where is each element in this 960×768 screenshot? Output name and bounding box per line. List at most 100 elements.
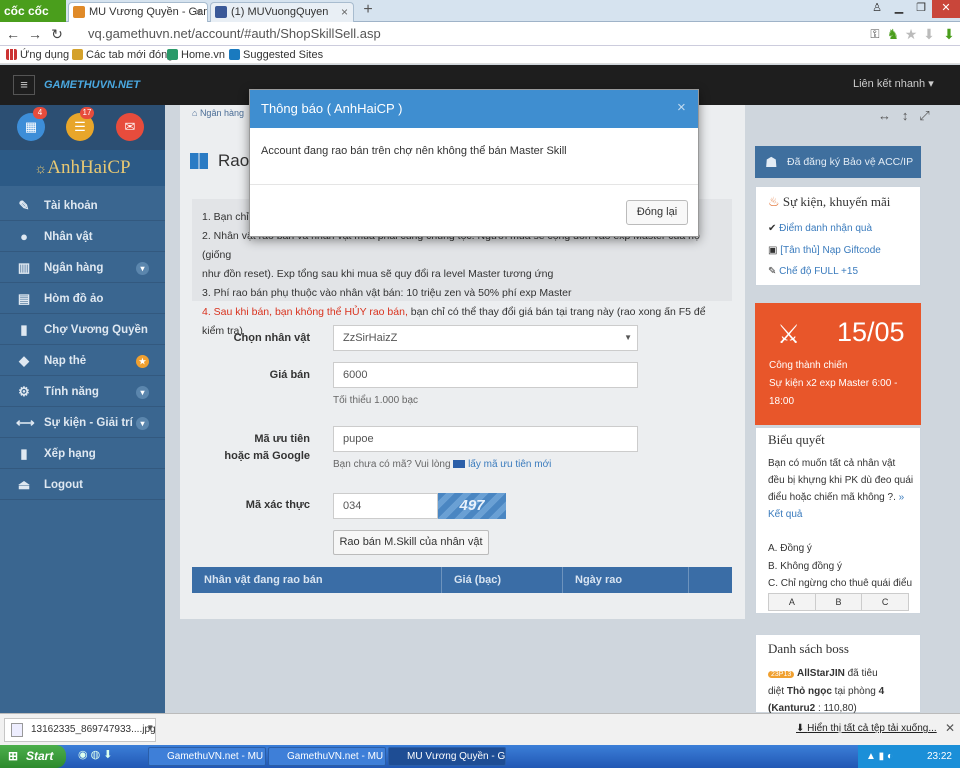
forward-icon[interactable]: → xyxy=(26,25,44,43)
event-link-checkin[interactable]: ✔ Điểm danh nhận quà xyxy=(768,223,872,234)
user-icon[interactable]: ♙ xyxy=(866,0,888,18)
event-label: [Tân thủ] Nạp Giftcode xyxy=(780,245,881,256)
download-bar: 13162335_869747933....jpg ▾ ⬇ Hiển thị t… xyxy=(0,713,960,745)
url-input[interactable]: vq.gamethuvn.net/account/#auth/ShopSkill… xyxy=(74,24,860,44)
close-download-bar-icon[interactable]: ✕ xyxy=(945,721,955,735)
breadcrumb[interactable]: ⌂ Ngân hàng xyxy=(192,108,244,118)
browser-logo[interactable]: cốc cốc xyxy=(0,0,66,22)
new-tab-icon[interactable]: + xyxy=(358,2,378,20)
breadcrumb-text: Ngân hàng xyxy=(199,108,244,118)
event-card[interactable]: ⚔ 15/05 Công thành chiến Sự kiện x2 exp … xyxy=(755,303,921,425)
close-window-icon[interactable]: ✕ xyxy=(932,0,960,18)
chevron-down-icon: ▾ xyxy=(136,262,149,275)
sidebar-item-label: Chợ Vương Quyền xyxy=(44,324,148,336)
close-tab-icon[interactable]: × xyxy=(195,3,202,21)
download-menu-icon[interactable]: ▾ xyxy=(148,722,153,733)
start-label: Start xyxy=(26,749,54,763)
bookmark-star-icon[interactable]: ★ xyxy=(902,25,920,43)
boss-text: tại phòng xyxy=(831,686,879,697)
bookmark-apps[interactable]: Ứng dụng xyxy=(6,47,69,63)
chat-icon[interactable]: ✉ xyxy=(116,113,144,141)
bookmark-home-vn[interactable]: Home.vn xyxy=(167,47,225,63)
poll-question: Bạn có muốn tất cả nhân vật đều bị khựng… xyxy=(768,455,914,523)
get-code-link[interactable]: lấy mã ưu tiên mới xyxy=(468,459,551,470)
captcha-image[interactable]: 497 xyxy=(438,493,506,519)
event-link-giftcode[interactable]: ▣ [Tân thủ] Nạp Giftcode xyxy=(768,245,881,256)
sidebar-item[interactable]: ⚙ Tính năng ▾ xyxy=(0,377,165,407)
quick-launch-icons[interactable]: ◉ ◍ ⬇ xyxy=(78,748,113,761)
tray-icons[interactable]: ▲ ▮ ◐ xyxy=(858,745,893,768)
tab-mu-vuong-quyen[interactable]: MU Vương Quyền - Game × xyxy=(68,2,208,22)
character-select[interactable]: ZzSirHaizZ ▼ xyxy=(333,325,638,351)
priority-code-input[interactable]: pupoe xyxy=(333,426,638,452)
sidebar-item[interactable]: ● Nhân vật xyxy=(0,222,165,252)
captcha-input[interactable]: 034 xyxy=(333,493,438,519)
sidebar-item[interactable]: ▥ Ngân hàng ▾ xyxy=(0,253,165,283)
show-all-downloads-link[interactable]: ⬇ Hiển thị tất cả tệp tải xuống... xyxy=(796,723,937,734)
protect-account-button[interactable]: ☗ Đã đăng ký Bảo vệ ACC/IP xyxy=(755,146,921,178)
sidebar-item-label: Hòm đồ ảo xyxy=(44,293,104,305)
taskbar-item[interactable]: GamethuVN.net - MU ... xyxy=(148,747,266,766)
sidebar-item[interactable]: ◆ Nạp thẻ ★ xyxy=(0,346,165,376)
sidebar-item[interactable]: ▮ Xếp hạng xyxy=(0,439,165,469)
chevron-down-icon: ▾ xyxy=(136,417,149,430)
start-button[interactable]: ⊞ Start xyxy=(0,745,66,768)
bookmark-suggested-sites[interactable]: Suggested Sites xyxy=(229,47,323,63)
taskbar-item-active[interactable]: MU Vương Quyền - Ga... xyxy=(388,747,506,766)
close-tab-icon[interactable]: × xyxy=(341,3,348,21)
boss-killer: AllStarJIN xyxy=(797,668,845,679)
sell-master-skill-button[interactable]: Rao bán M.Skill của nhân vật xyxy=(333,530,489,555)
note-line: như đồn reset). Exp tổng sau khi mua sẽ … xyxy=(202,268,554,280)
vote-c-button[interactable]: C xyxy=(862,594,908,610)
code-hint-text: Bạn chưa có mã? Vui lòng xyxy=(333,459,451,470)
code-label-google: hoặc mã Google xyxy=(224,450,310,462)
sidebar-item[interactable]: ⟷ Sự kiện - Giải trí ▾ xyxy=(0,408,165,438)
reload-icon[interactable]: ↻ xyxy=(48,25,66,43)
bookmark-closed-tabs[interactable]: Các tab mới đóng xyxy=(72,47,173,63)
boss-text: diệt xyxy=(768,686,787,697)
extension-icon[interactable]: ♞ xyxy=(884,25,902,43)
poll-option-c[interactable]: C. Chỉ ngừng cho thuê quái điểu xyxy=(768,578,912,589)
boss-time-badge: 23P13 xyxy=(768,671,795,678)
note-line: 3. Phí rao bán phụ thuộc vào nhân vật bá… xyxy=(202,287,572,299)
sidebar-item[interactable]: ▮ Chợ Vương Quyền xyxy=(0,315,165,345)
sidebar-item[interactable]: ⏏ Logout xyxy=(0,470,165,500)
restore-icon[interactable]: ❐ xyxy=(910,0,932,18)
resize-icon[interactable]: ↕ xyxy=(902,108,909,123)
warrior-icon: ⚔ xyxy=(777,319,801,349)
modal-close-icon[interactable]: × xyxy=(677,90,686,126)
tab-facebook[interactable]: (1) MUVuongQuyen × xyxy=(210,2,354,22)
site-logo[interactable]: GAMETHUVN.NET xyxy=(44,73,140,97)
download-item[interactable]: 13162335_869747933....jpg xyxy=(4,718,156,742)
fullscreen-icon[interactable]: ⤢ xyxy=(919,108,929,123)
sidebar-item[interactable]: ✎ Tài khoản xyxy=(0,191,165,221)
check-icon: ✔ xyxy=(768,223,780,234)
menu-toggle-icon[interactable]: ≡ xyxy=(13,75,35,95)
price-input[interactable]: 6000 xyxy=(333,362,638,388)
sidebar-item-icon: ● xyxy=(20,229,28,244)
quick-links-dropdown[interactable]: Liên kết nhanh ▾ xyxy=(853,77,934,90)
vote-b-button[interactable]: B xyxy=(816,594,863,610)
minimize-icon[interactable]: ▁ xyxy=(888,0,910,18)
sidebar-item[interactable]: ▤ Hòm đồ ảo xyxy=(0,284,165,314)
poll-question-text: Bạn có muốn tất cả nhân vật đều bị khựng… xyxy=(768,458,914,503)
modal-divider xyxy=(250,184,698,185)
poll-title: Biểu quyết xyxy=(768,432,825,447)
vote-a-button[interactable]: A xyxy=(769,594,816,610)
key-icon[interactable]: ⚿ xyxy=(866,25,884,43)
download-manager-icon[interactable]: ⬇ xyxy=(920,25,938,43)
poll-option-b[interactable]: B. Không đồng ý xyxy=(768,561,842,572)
taskbar-item[interactable]: GamethuVN.net - MU ... xyxy=(268,747,386,766)
windows-flag-icon: ⊞ xyxy=(8,749,19,763)
clock[interactable]: 23:22 xyxy=(927,751,952,762)
back-icon[interactable]: ← xyxy=(4,25,22,43)
download-icon[interactable]: ⬇ xyxy=(940,25,958,43)
event-link-full15[interactable]: ✎ Chế độ FULL +15 xyxy=(768,266,858,277)
poll-option-a[interactable]: A. Đồng ý xyxy=(768,543,812,554)
modal-close-button[interactable]: Đóng lại xyxy=(626,200,688,225)
col-price: Giá (bạc) xyxy=(442,567,563,593)
sidebar-item-label: Xếp hạng xyxy=(44,448,96,460)
collapse-icon[interactable]: ↔ xyxy=(878,108,891,123)
sidebar-item-icon: ⏏ xyxy=(17,477,31,492)
code-hint: Bạn chưa có mã? Vui lòng lấy mã ưu tiên … xyxy=(333,459,551,470)
